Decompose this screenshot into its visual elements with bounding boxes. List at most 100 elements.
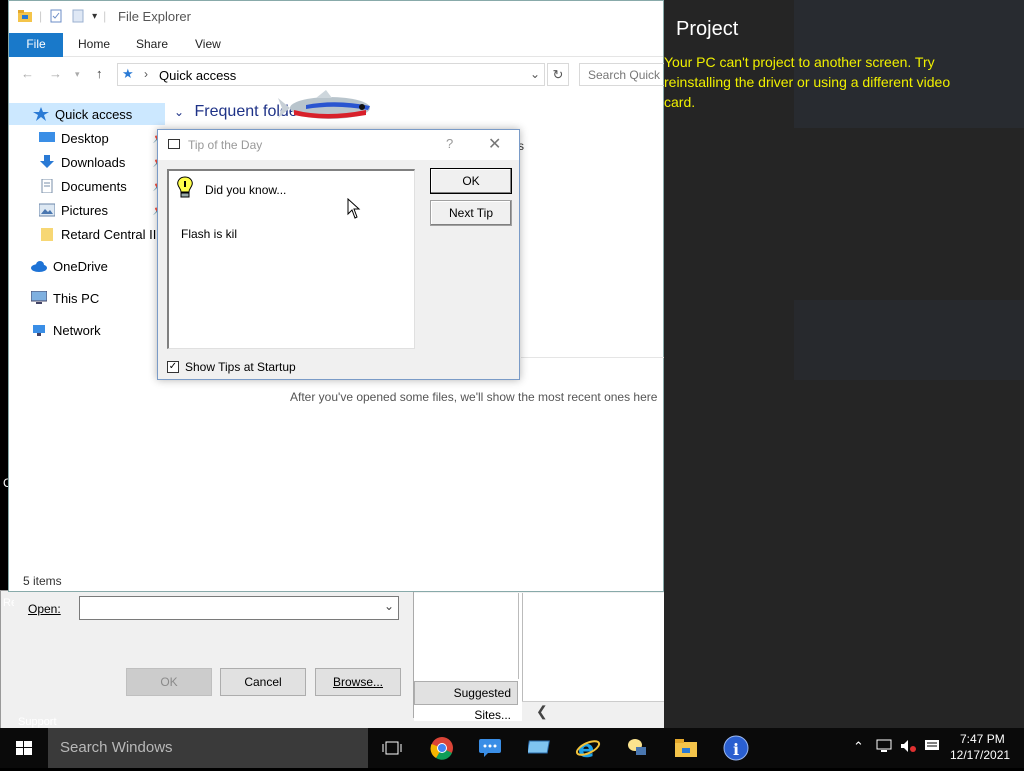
taskbar-search-input[interactable]: Search Windows xyxy=(48,728,368,768)
chevron-down-icon[interactable]: ⌄ xyxy=(530,67,540,81)
nav-label: Desktop xyxy=(61,130,109,146)
project-title: Project xyxy=(676,18,739,40)
start-button[interactable] xyxy=(0,728,48,768)
tab-share[interactable]: Share xyxy=(136,33,168,57)
file-explorer-icon[interactable] xyxy=(662,728,710,768)
nav-label: Retard Central II xyxy=(61,226,157,242)
nav-label: Pictures xyxy=(61,202,108,218)
cloud-icon xyxy=(31,259,47,273)
run-dialog: Open: ⌄ OK Cancel Browse... xyxy=(14,590,414,718)
up-arrow-icon[interactable]: ↑ xyxy=(96,66,103,81)
new-folder-icon[interactable] xyxy=(70,8,86,24)
nav-item-onedrive[interactable]: OneDrive xyxy=(9,255,165,277)
clock-date[interactable]: 12/17/2021 xyxy=(950,748,1010,762)
ok-button[interactable]: OK xyxy=(430,168,512,194)
browser-panel: Suggested Sites... ❮ xyxy=(414,593,664,722)
checkbox-checked-icon[interactable]: ✓ xyxy=(167,361,179,373)
network-status-icon[interactable] xyxy=(876,739,892,756)
support-text: Support xyxy=(18,716,57,728)
horizontal-scrollbar[interactable]: ❮ xyxy=(522,701,664,721)
project-panel: Project Your PC can't project to another… xyxy=(664,0,1024,728)
chevron-up-icon[interactable]: ⌃ xyxy=(853,739,864,755)
dialog-title: Tip of the Day xyxy=(188,138,263,152)
chevron-right-icon[interactable]: › xyxy=(144,67,148,81)
task-view-icon[interactable] xyxy=(368,728,416,768)
properties-icon[interactable] xyxy=(48,8,64,24)
show-tips-label: Show Tips at Startup xyxy=(185,360,296,374)
ribbon-tabs: File Home Share View xyxy=(9,33,663,57)
show-tips-checkbox[interactable]: ✓ Show Tips at Startup xyxy=(167,360,296,374)
nav-item-this-pc[interactable]: This PC xyxy=(9,287,165,309)
tip-of-the-day-dialog: Tip of the Day ? ✕ Did you know... Flash… xyxy=(157,129,520,380)
quick-access-toolbar: | ▾ | xyxy=(17,8,106,24)
address-row: ← → ▾ ↑ ★ › Quick access ⌄ ↻ Search Quic… xyxy=(9,57,669,91)
nav-item-pictures[interactable]: Pictures 📌 xyxy=(9,199,165,221)
tab-view[interactable]: View xyxy=(195,33,221,57)
neon-tetra-fish-image xyxy=(276,88,376,128)
section-divider xyxy=(521,357,665,358)
did-you-know-heading: Did you know... xyxy=(205,183,287,197)
recent-files-message: After you've opened some files, we'll sh… xyxy=(290,390,658,404)
back-arrow-icon[interactable]: ← xyxy=(21,66,34,81)
window-title: File Explorer xyxy=(118,9,191,24)
volume-muted-icon[interactable] xyxy=(900,739,916,756)
chevron-down-icon[interactable]: ⌄ xyxy=(384,599,394,613)
internet-explorer-icon[interactable]: e xyxy=(564,728,612,768)
recent-locations-icon[interactable]: ▾ xyxy=(75,69,80,80)
navigation-pane: Quick access Desktop 📌 Downloads 📌 Docum… xyxy=(9,101,165,571)
tab-home[interactable]: Home xyxy=(78,33,110,57)
tab-file[interactable]: File xyxy=(9,33,63,57)
taskbar: Search Windows e i ⌃ 7:47 PM 12/17/2021 xyxy=(0,728,1024,768)
browse-button[interactable]: Browse... xyxy=(315,668,401,696)
search-input[interactable]: Search Quick xyxy=(579,63,669,86)
help-button[interactable]: ? xyxy=(446,136,453,151)
tip-panel: Did you know... Flash is kil xyxy=(167,169,415,349)
nav-label: Network xyxy=(53,322,101,338)
desktop-icon xyxy=(39,131,55,145)
nav-item-retard-central[interactable]: Retard Central II xyxy=(9,223,165,245)
open-input[interactable]: ⌄ xyxy=(79,596,399,620)
nav-label: This PC xyxy=(53,290,100,306)
clock-time[interactable]: 7:47 PM xyxy=(960,732,1005,746)
refresh-icon[interactable]: ↻ xyxy=(547,63,569,86)
nav-item-documents[interactable]: Documents 📌 xyxy=(9,175,165,197)
svg-text:i: i xyxy=(733,740,739,759)
title-bar: | ▾ | File Explorer xyxy=(9,1,663,33)
chat-icon[interactable] xyxy=(466,728,514,768)
forward-arrow-icon[interactable]: → xyxy=(49,66,62,81)
customize-toolbar-icon[interactable]: ▾ xyxy=(92,11,97,22)
tip-text: Flash is kil xyxy=(181,227,238,241)
dialog-title-bar[interactable]: Tip of the Day ? ✕ xyxy=(158,130,519,160)
nav-item-desktop[interactable]: Desktop 📌 xyxy=(9,127,165,149)
close-icon[interactable]: ✕ xyxy=(488,134,501,154)
divider xyxy=(518,593,519,679)
picture-icon xyxy=(38,203,56,217)
network-share-icon[interactable] xyxy=(612,728,660,768)
window-icon xyxy=(168,139,180,149)
scroll-left-icon[interactable]: ❮ xyxy=(536,703,548,720)
nav-label: Downloads xyxy=(61,154,126,170)
mouse-cursor-icon xyxy=(347,197,361,223)
info-icon[interactable]: i xyxy=(712,728,760,768)
address-bar[interactable]: ★ › Quick access ⌄ xyxy=(117,63,545,86)
star-icon xyxy=(33,107,49,121)
document-icon xyxy=(39,178,55,194)
nav-item-downloads[interactable]: Downloads 📌 xyxy=(9,151,165,173)
nav-item-quick-access[interactable]: Quick access xyxy=(9,103,165,125)
status-item-count: 5 items xyxy=(23,574,62,588)
blurred-background xyxy=(794,300,1024,380)
presentation-icon[interactable] xyxy=(516,728,564,768)
folder-icon xyxy=(17,8,33,24)
action-center-icon[interactable] xyxy=(924,739,940,756)
cancel-button[interactable]: Cancel xyxy=(220,668,306,696)
run-dialog-footer: OK Cancel Browse... xyxy=(14,648,412,718)
network-icon xyxy=(31,323,47,337)
ok-button[interactable]: OK xyxy=(126,668,212,696)
chevron-down-icon[interactable]: ⌄ xyxy=(174,105,184,119)
open-label: Open: xyxy=(28,602,61,616)
nav-label: Quick access xyxy=(55,106,133,122)
next-tip-button[interactable]: Next Tip xyxy=(430,200,512,226)
suggested-sites-button[interactable]: Suggested Sites... xyxy=(414,681,518,722)
nav-item-network[interactable]: Network xyxy=(9,319,165,341)
chrome-icon[interactable] xyxy=(418,728,466,768)
